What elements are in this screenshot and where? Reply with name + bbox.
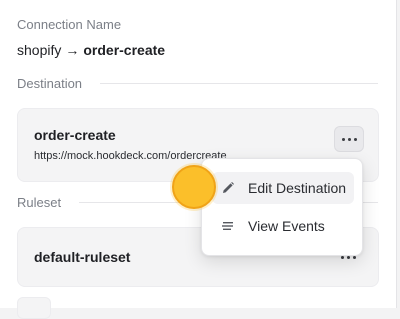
divider	[100, 83, 378, 84]
menu-item-label: View Events	[248, 218, 325, 234]
connection-panel: Connection Name shopify → order-create Des…	[0, 0, 397, 319]
connection-name-value: shopify → order-create	[17, 42, 165, 58]
partial-card	[17, 297, 51, 319]
destination-more-button[interactable]	[334, 126, 364, 152]
destination-section-header: Destination	[17, 76, 378, 91]
more-dot	[353, 137, 357, 141]
destination-label: Destination	[17, 76, 83, 91]
destination-url: https://mock.hookdeck.com/ordercreate	[34, 150, 227, 162]
destination-actions-menu: Edit Destination View Events	[201, 158, 363, 256]
connection-destination: order-create	[83, 42, 166, 58]
more-dot	[347, 137, 351, 141]
connection-name-label: Connection Name	[17, 17, 122, 32]
pencil-icon	[220, 180, 236, 196]
menu-item-view-events[interactable]: View Events	[212, 210, 354, 242]
ruleset-label: Ruleset	[17, 195, 62, 210]
destination-card-title: order-create	[34, 127, 116, 143]
cursor-indicator	[172, 165, 216, 209]
connection-source: shopify	[17, 42, 62, 58]
ruleset-card-title: default-ruleset	[34, 249, 131, 265]
more-dot	[341, 137, 345, 141]
connection-arrow: →	[65, 42, 80, 58]
menu-item-edit-destination[interactable]: Edit Destination	[212, 172, 354, 204]
menu-item-label: Edit Destination	[248, 180, 347, 196]
list-icon	[220, 218, 236, 234]
